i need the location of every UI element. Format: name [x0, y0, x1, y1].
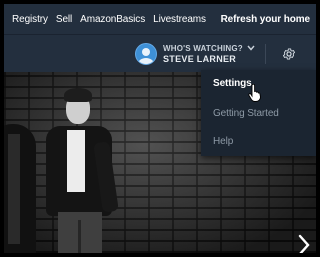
avatar-icon — [135, 43, 157, 65]
top-nav: Registry Sell AmazonBasics Livestreams R… — [4, 4, 316, 34]
nav-link-refresh-home[interactable]: Refresh your home — [221, 14, 311, 25]
chevron-down-icon — [247, 43, 255, 54]
app-frame: Registry Sell AmazonBasics Livestreams R… — [0, 0, 320, 257]
hero-figure-left — [4, 124, 36, 253]
menu-item-settings[interactable]: Settings — [213, 78, 252, 89]
profile-text: WHO'S WATCHING? STEVE LARNER — [163, 43, 255, 65]
whos-watching-text: WHO'S WATCHING? — [163, 44, 243, 53]
settings-dropdown-menu: Settings Getting Started Help — [201, 70, 316, 156]
menu-item-getting-started[interactable]: Getting Started — [213, 108, 279, 119]
nav-link-livestreams[interactable]: Livestreams — [153, 14, 206, 25]
band-divider — [265, 44, 266, 64]
whos-watching-label: WHO'S WATCHING? — [163, 43, 255, 54]
hero-figure-main — [38, 82, 138, 253]
gear-icon[interactable] — [278, 43, 300, 65]
profile-band: WHO'S WATCHING? STEVE LARNER — [4, 34, 316, 73]
chevron-right-icon[interactable] — [294, 230, 314, 253]
whos-watching-selector[interactable]: WHO'S WATCHING? STEVE LARNER — [135, 41, 255, 67]
nav-link-registry[interactable]: Registry — [12, 14, 48, 25]
menu-item-help[interactable]: Help — [213, 136, 233, 147]
profile-name: STEVE LARNER — [163, 54, 237, 64]
nav-link-sell[interactable]: Sell — [56, 14, 72, 25]
nav-link-amazonbasics[interactable]: AmazonBasics — [80, 14, 145, 25]
